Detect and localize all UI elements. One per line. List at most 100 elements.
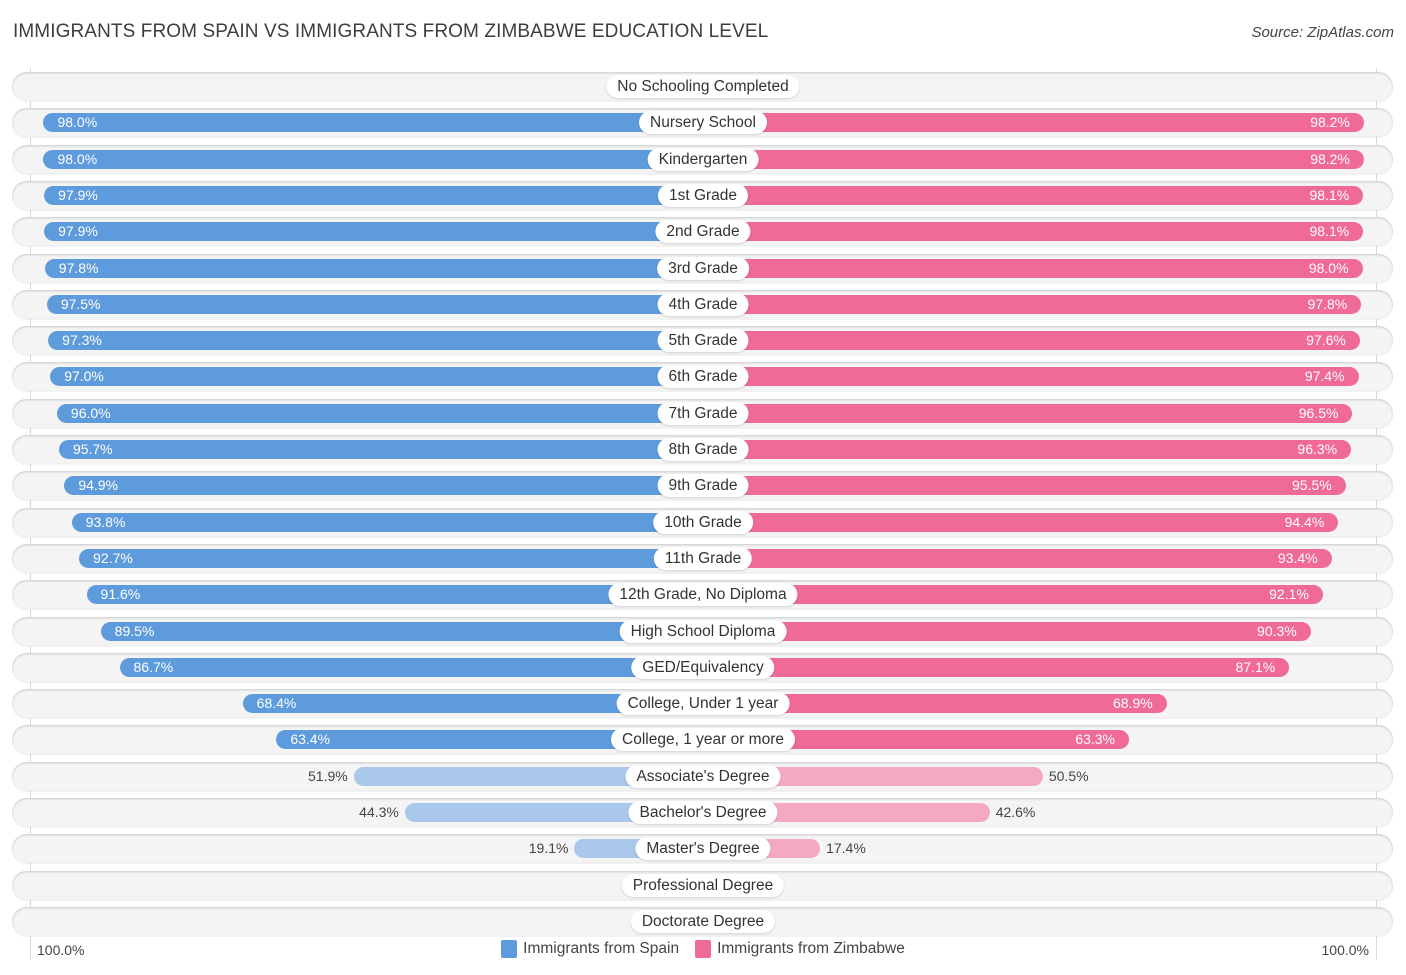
value-label-zimbabwe: 97.4% <box>1304 368 1345 385</box>
bar-spain[interactable] <box>46 294 703 314</box>
legend-swatch-zimbabwe <box>695 940 712 958</box>
legend-item-spain[interactable]: Immigrants from Spain <box>501 940 679 958</box>
value-label-spain: 95.7% <box>72 441 113 457</box>
bar-zimbabwe[interactable] <box>703 548 1332 568</box>
value-label-zimbabwe: 93.4% <box>1277 549 1318 566</box>
value-label-zimbabwe: 90.3% <box>1257 622 1297 639</box>
bar-zimbabwe[interactable] <box>703 222 1364 242</box>
category-label: College, 1 year or more <box>611 728 795 752</box>
value-label-spain: 97.8% <box>58 259 99 276</box>
bar-zimbabwe[interactable] <box>703 512 1339 532</box>
value-label-spain: 91.6% <box>100 586 141 603</box>
category-label: 12th Grade, No Diploma <box>608 583 798 607</box>
legend-swatch-spain <box>501 940 518 958</box>
value-label-zimbabwe: 87.1% <box>1235 658 1276 675</box>
category-label: 5th Grade <box>657 329 749 353</box>
value-label-spain: 86.7% <box>133 658 174 675</box>
value-label-zimbabwe: 98.2% <box>1310 114 1350 131</box>
bar-spain[interactable] <box>79 548 703 568</box>
legend-item-zimbabwe[interactable]: Immigrants from Zimbabwe <box>695 940 905 958</box>
value-label-zimbabwe: 96.5% <box>1298 404 1339 421</box>
value-label-zimbabwe: 95.5% <box>1292 477 1332 494</box>
value-label-spain: 97.0% <box>64 368 104 385</box>
value-label-zimbabwe: 97.6% <box>1306 332 1346 349</box>
category-label: Associate's Degree <box>625 764 781 788</box>
value-label-spain: 51.9% <box>308 767 348 784</box>
value-label-spain: 98.0% <box>57 150 98 167</box>
value-label-spain: 93.8% <box>85 513 126 530</box>
bar-zimbabwe[interactable] <box>703 403 1353 423</box>
bar-spain[interactable] <box>119 657 703 677</box>
category-label: Bachelor's Degree <box>628 801 778 824</box>
value-label-spain: 19.1% <box>528 840 569 857</box>
value-label-zimbabwe: 94.4% <box>1284 513 1325 530</box>
category-label: 10th Grade <box>653 510 753 534</box>
bar-spain[interactable] <box>44 185 703 205</box>
category-label: 6th Grade <box>657 365 749 389</box>
category-label: GED/Equivalency <box>631 655 775 679</box>
value-label-spain: 96.0% <box>70 404 111 421</box>
value-label-zimbabwe: 98.1% <box>1309 223 1350 240</box>
bar-spain[interactable] <box>50 367 703 387</box>
value-label-zimbabwe: 97.8% <box>1307 295 1348 312</box>
value-label-spain: 97.9% <box>58 223 98 240</box>
bar-zimbabwe[interactable] <box>703 440 1352 459</box>
bar-zimbabwe[interactable] <box>703 258 1363 278</box>
bar-spain[interactable] <box>43 113 703 133</box>
diverging-bar-chart: 2.0%1.9%No Schooling Completed98.0%98.2%… <box>0 0 1406 975</box>
category-label: Master's Degree <box>635 837 771 861</box>
bar-spain[interactable] <box>48 331 703 351</box>
value-label-spain: 89.5% <box>114 622 155 639</box>
legend: Immigrants from Spain Immigrants from Zi… <box>0 940 1406 958</box>
category-label: Professional Degree <box>621 873 785 897</box>
bar-spain[interactable] <box>58 440 703 459</box>
category-label: 7th Grade <box>657 401 749 425</box>
value-label-zimbabwe: 96.3% <box>1297 441 1338 457</box>
category-label: 4th Grade <box>657 292 749 316</box>
value-label-spain: 68.4% <box>256 695 297 712</box>
value-label-zimbabwe: 68.9% <box>1113 695 1153 712</box>
value-label-zimbabwe: 92.1% <box>1269 586 1309 603</box>
category-label: Kindergarten <box>647 147 759 171</box>
bar-spain[interactable] <box>64 476 703 496</box>
bar-zimbabwe[interactable] <box>703 657 1290 677</box>
bar-spain[interactable] <box>44 222 703 242</box>
legend-label-spain: Immigrants from Spain <box>523 940 680 957</box>
bar-spain[interactable] <box>43 149 703 169</box>
category-label: 3rd Grade <box>657 256 749 280</box>
value-label-zimbabwe: 98.2% <box>1310 150 1350 167</box>
value-label-spain: 63.4% <box>290 731 331 748</box>
bar-zimbabwe[interactable] <box>703 113 1364 133</box>
category-label: Nursery School <box>639 111 767 135</box>
category-label: No Schooling Completed <box>606 75 800 98</box>
category-label: 1st Grade <box>657 183 749 207</box>
bar-zimbabwe[interactable] <box>703 185 1364 205</box>
category-label: 8th Grade <box>657 438 749 461</box>
category-label: 9th Grade <box>657 474 749 498</box>
category-label: 2nd Grade <box>655 220 751 244</box>
bar-zimbabwe[interactable] <box>703 331 1360 351</box>
bar-spain[interactable] <box>56 403 703 423</box>
value-label-spain: 97.3% <box>62 332 102 349</box>
bar-zimbabwe[interactable] <box>703 294 1362 314</box>
value-label-zimbabwe: 98.1% <box>1309 186 1350 203</box>
category-label: Doctorate Degree <box>630 909 776 933</box>
legend-label-zimbabwe: Immigrants from Zimbabwe <box>717 940 905 957</box>
value-label-spain: 94.9% <box>78 477 119 494</box>
bar-zimbabwe[interactable] <box>703 149 1364 169</box>
bar-spain[interactable] <box>100 621 703 641</box>
bar-zimbabwe[interactable] <box>703 476 1346 496</box>
value-label-zimbabwe: 17.4% <box>826 840 866 857</box>
category-label: College, Under 1 year <box>616 692 790 716</box>
bar-spain[interactable] <box>44 258 703 278</box>
value-label-spain: 98.0% <box>57 114 98 131</box>
value-label-zimbabwe: 50.5% <box>1048 767 1089 784</box>
value-label-spain: 92.7% <box>93 549 133 566</box>
value-label-spain: 44.3% <box>359 804 399 820</box>
value-label-zimbabwe: 42.6% <box>995 804 1036 820</box>
bar-spain[interactable] <box>71 512 703 532</box>
bar-zimbabwe[interactable] <box>703 367 1359 387</box>
category-label: 11th Grade <box>653 546 753 570</box>
value-label-zimbabwe: 98.0% <box>1308 259 1349 276</box>
bar-zimbabwe[interactable] <box>703 621 1311 641</box>
